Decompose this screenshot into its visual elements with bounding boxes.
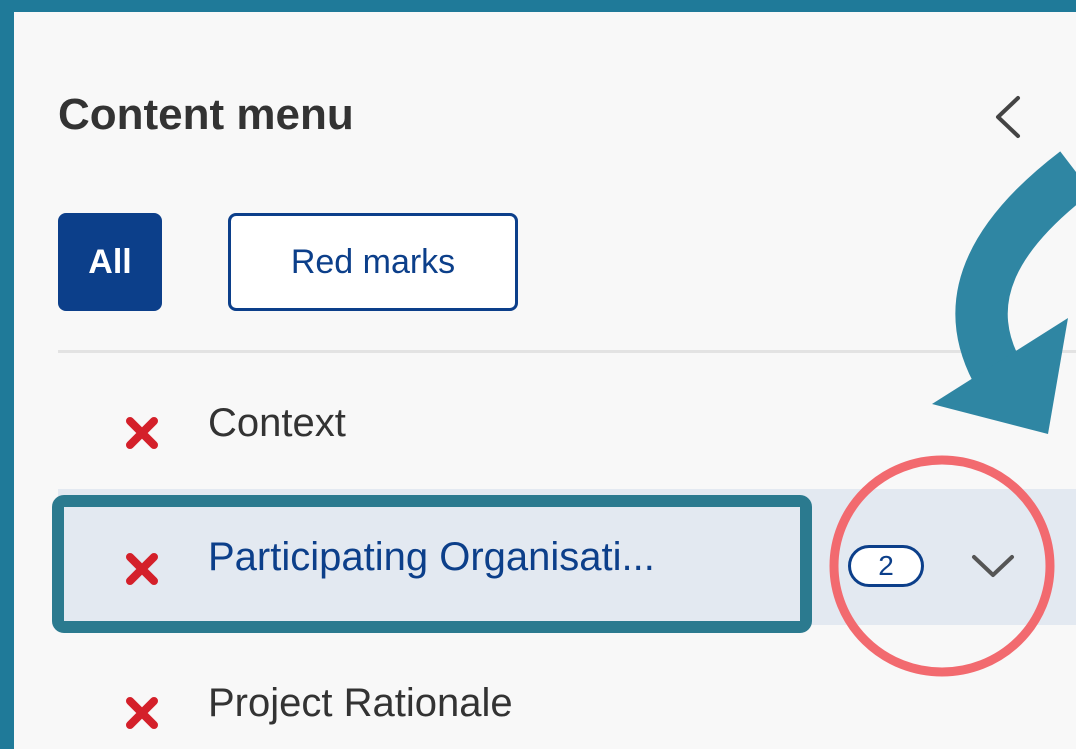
content-menu-panel: Content menu All Red marks Context Parti… [14, 12, 1076, 749]
content-menu-title: Content menu [58, 90, 354, 139]
menu-item-project-rationale[interactable]: Project Rationale [58, 625, 1076, 749]
red-x-icon [126, 417, 158, 449]
red-x-icon [126, 553, 158, 585]
menu-item-label: Participating Organisati... [208, 535, 655, 579]
count-badge: 2 [848, 545, 924, 587]
menu-item-context[interactable]: Context [58, 353, 1076, 489]
filter-red-marks-button[interactable]: Red marks [228, 213, 518, 311]
menu-item-label: Project Rationale [208, 681, 513, 725]
filter-all-button[interactable]: All [58, 213, 162, 311]
chevron-left-icon[interactable] [990, 92, 1026, 142]
menu-item-label: Context [208, 401, 346, 445]
chevron-down-icon[interactable] [968, 551, 1018, 581]
menu-item-participating-organisations[interactable]: Participating Organisati... 2 [58, 489, 1076, 625]
red-x-icon [126, 697, 158, 729]
